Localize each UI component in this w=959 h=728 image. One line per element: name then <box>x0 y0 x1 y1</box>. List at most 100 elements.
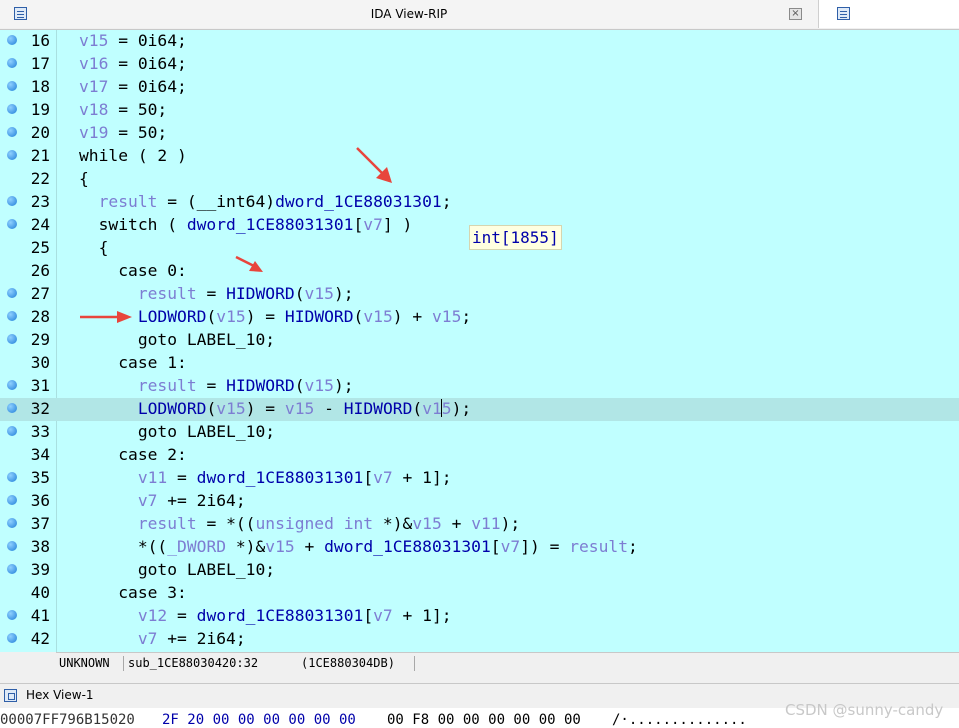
variable-token[interactable]: v19 <box>79 123 108 142</box>
variable-token[interactable]: v15 <box>412 514 441 533</box>
variable-token[interactable]: v15 <box>305 376 334 395</box>
code-line[interactable]: 38 *((_DWORD *)&v15 + dword_1CE88031301[… <box>0 536 959 559</box>
code-token: goto LABEL_10; <box>79 560 276 579</box>
variable-token[interactable]: v15 <box>265 537 294 556</box>
variable-token[interactable]: v15 <box>216 307 245 326</box>
variable-token[interactable]: result <box>99 192 158 211</box>
breakpoint-marker-icon[interactable] <box>7 472 17 482</box>
line-number: 21 <box>30 146 50 165</box>
code-line[interactable]: 21 while ( 2 ) <box>0 145 959 168</box>
variable-token[interactable]: v15 <box>79 31 108 50</box>
close-button[interactable]: × <box>789 8 802 20</box>
variable-token[interactable]: v18 <box>79 100 108 119</box>
breakpoint-marker-icon[interactable] <box>7 219 17 229</box>
variable-token[interactable]: v7 <box>363 215 383 234</box>
code-line[interactable]: 35 v11 = dword_1CE88031301[v7 + 1]; <box>0 467 959 490</box>
breakpoint-marker-icon[interactable] <box>7 311 17 321</box>
code-line[interactable]: 17 v16 = 0i64; <box>0 53 959 76</box>
line-number: 22 <box>30 169 50 188</box>
variable-token[interactable]: v7 <box>138 491 158 510</box>
breakpoint-marker-icon[interactable] <box>7 127 17 137</box>
breakpoint-marker-icon[interactable] <box>7 633 17 643</box>
variable-token[interactable]: v15 <box>363 307 392 326</box>
variable-token[interactable]: _DWORD <box>167 537 226 556</box>
code-line[interactable]: 36 v7 += 2i64; <box>0 490 959 513</box>
code-line[interactable]: 39 goto LABEL_10; <box>0 559 959 582</box>
variable-token[interactable]: result <box>569 537 628 556</box>
breakpoint-marker-icon[interactable] <box>7 541 17 551</box>
variable-token[interactable]: v15 <box>216 399 245 418</box>
variable-token[interactable]: 5 <box>442 399 452 418</box>
variable-token[interactable]: result <box>138 514 197 533</box>
breakpoint-marker-icon[interactable] <box>7 58 17 68</box>
code-line[interactable]: 22 { <box>0 168 959 191</box>
global-token[interactable]: dword_1CE88031301 <box>324 537 491 556</box>
tab-ida-view-rip[interactable]: IDA View-RIP × <box>0 0 819 28</box>
global-token[interactable]: dword_1CE88031301 <box>187 215 354 234</box>
pseudocode-view[interactable]: 16 v15 = 0i64; 17 v16 = 0i64; 18 v17 = 0i64; 1… <box>0 30 959 652</box>
tab-secondary[interactable] <box>819 0 959 28</box>
breakpoint-marker-icon[interactable] <box>7 196 17 206</box>
breakpoint-marker-icon[interactable] <box>7 495 17 505</box>
breakpoint-marker-icon[interactable] <box>7 564 17 574</box>
variable-token[interactable]: v11 <box>471 514 500 533</box>
variable-token[interactable]: v15 <box>432 307 461 326</box>
code-line[interactable]: 42 v7 += 2i64; <box>0 628 959 651</box>
code-line[interactable]: 23 result = (__int64)dword_1CE88031301; <box>0 191 959 214</box>
breakpoint-marker-icon[interactable] <box>7 403 17 413</box>
global-token[interactable]: LODWORD <box>138 399 207 418</box>
variable-token[interactable]: v7 <box>373 606 393 625</box>
variable-token[interactable]: v11 <box>138 468 167 487</box>
variable-token[interactable]: v15 <box>285 399 314 418</box>
code-line[interactable]: 37 result = *((unsigned int *)&v15 + v11… <box>0 513 959 536</box>
code-token: *(( <box>79 537 168 556</box>
variable-token[interactable]: result <box>138 376 197 395</box>
global-token[interactable]: HIDWORD <box>226 284 295 303</box>
breakpoint-marker-icon[interactable] <box>7 288 17 298</box>
breakpoint-marker-icon[interactable] <box>7 426 17 436</box>
code-line[interactable]: 33 goto LABEL_10; <box>0 421 959 444</box>
variable-token[interactable]: unsigned int <box>255 514 373 533</box>
variable-token[interactable]: v17 <box>79 77 108 96</box>
global-token[interactable]: HIDWORD <box>285 307 354 326</box>
code-line[interactable]: 31 result = HIDWORD(v15); <box>0 375 959 398</box>
breakpoint-marker-icon[interactable] <box>7 81 17 91</box>
global-token[interactable]: LODWORD <box>138 307 207 326</box>
global-token[interactable]: HIDWORD <box>226 376 295 395</box>
global-token[interactable]: dword_1CE88031301 <box>275 192 442 211</box>
code-line[interactable]: 27 result = HIDWORD(v15); <box>0 283 959 306</box>
breakpoint-marker-icon[interactable] <box>7 334 17 344</box>
code-line[interactable]: 20 v19 = 50; <box>0 122 959 145</box>
code-line[interactable]: 41 v12 = dword_1CE88031301[v7 + 1]; <box>0 605 959 628</box>
breakpoint-marker-icon[interactable] <box>7 35 17 45</box>
code-line[interactable]: 16 v15 = 0i64; <box>0 30 959 53</box>
code-line[interactable]: 19 v18 = 50; <box>0 99 959 122</box>
breakpoint-marker-icon[interactable] <box>7 380 17 390</box>
breakpoint-marker-icon[interactable] <box>7 610 17 620</box>
code-line[interactable]: 34 case 2: <box>0 444 959 467</box>
global-token[interactable]: dword_1CE88031301 <box>197 606 364 625</box>
variable-token[interactable]: v7 <box>373 468 393 487</box>
variable-token[interactable]: v15 <box>305 284 334 303</box>
code-line[interactable]: 26 case 0: <box>0 260 959 283</box>
code-line[interactable]: 32 LODWORD(v15) = v15 - HIDWORD(v15); <box>0 398 959 421</box>
variable-token[interactable]: v12 <box>138 606 167 625</box>
global-token[interactable]: HIDWORD <box>344 399 413 418</box>
code-line[interactable]: 29 goto LABEL_10; <box>0 329 959 352</box>
code-line[interactable]: 40 case 3: <box>0 582 959 605</box>
variable-token[interactable]: v16 <box>79 54 108 73</box>
breakpoint-marker-icon[interactable] <box>7 150 17 160</box>
code-text: v15 = 0i64; <box>79 31 187 50</box>
code-line[interactable]: 28 LODWORD(v15) = HIDWORD(v15) + v15; <box>0 306 959 329</box>
variable-token[interactable]: v7 <box>501 537 521 556</box>
breakpoint-marker-icon[interactable] <box>7 518 17 528</box>
code-line[interactable]: 18 v17 = 0i64; <box>0 76 959 99</box>
variable-token[interactable]: v7 <box>138 629 158 648</box>
breakpoint-marker-icon[interactable] <box>7 104 17 114</box>
variable-token[interactable]: result <box>138 284 197 303</box>
code-line[interactable]: 30 case 1: <box>0 352 959 375</box>
variable-token[interactable]: v1 <box>422 399 442 418</box>
code-token: ); <box>500 514 521 533</box>
status-divider <box>414 656 415 671</box>
global-token[interactable]: dword_1CE88031301 <box>197 468 364 487</box>
